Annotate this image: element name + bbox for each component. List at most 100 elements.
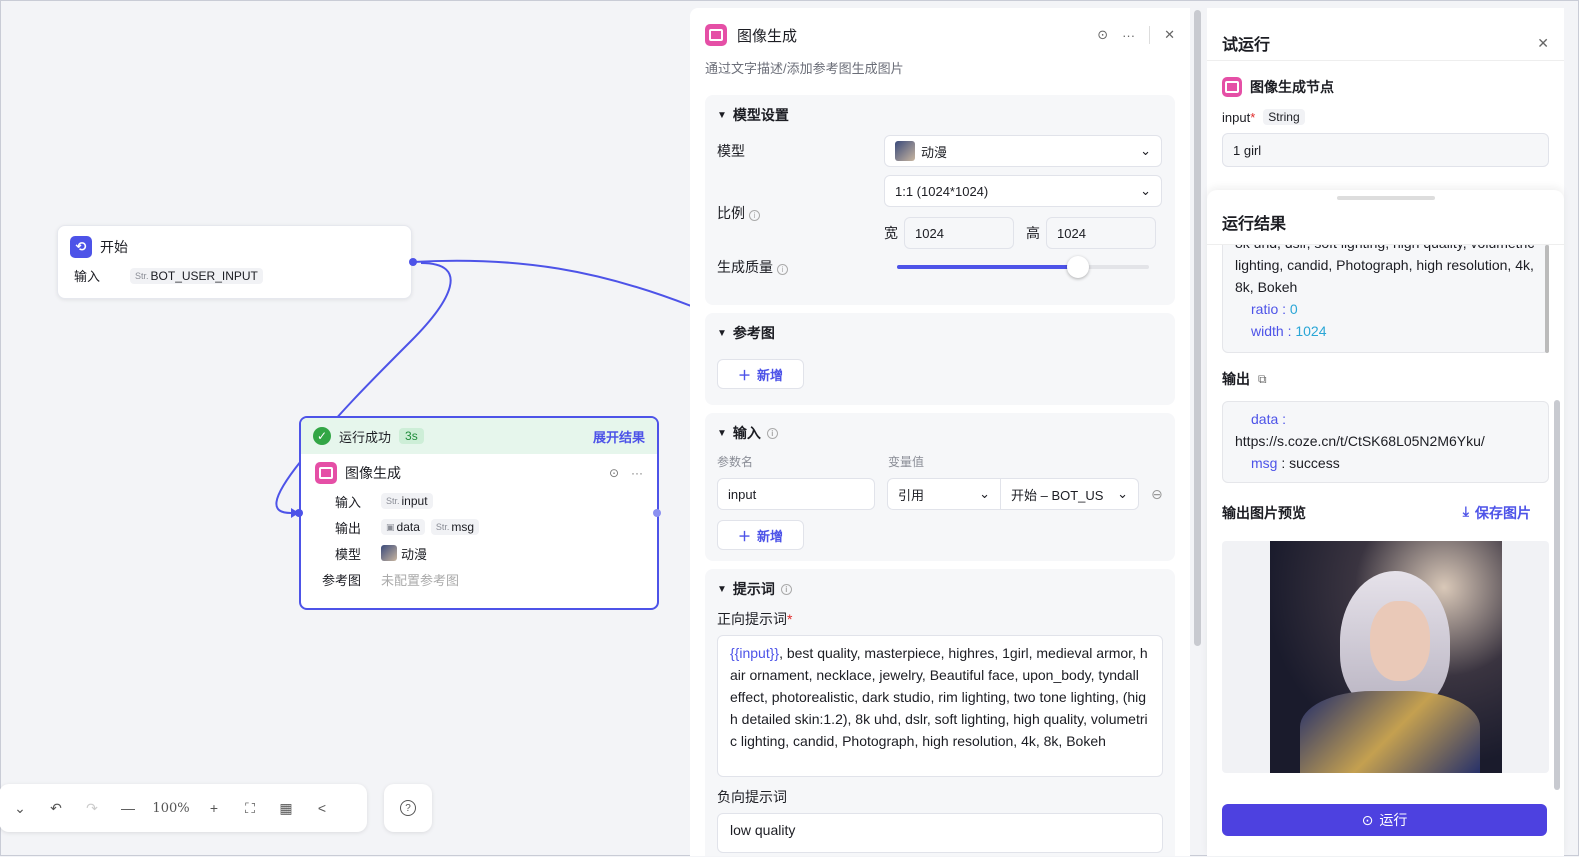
node-input-label: 输入	[334, 494, 361, 510]
run-status: 运行成功	[339, 429, 392, 445]
reference-header[interactable]: ▼ 参考图	[717, 323, 1163, 343]
width-label: 宽	[884, 225, 898, 241]
zoom-level[interactable]: 100%	[152, 801, 189, 816]
model-select[interactable]: 动漫 ⌄	[884, 135, 1162, 167]
run-button[interactable]: ⊙ 运行	[1222, 804, 1547, 836]
image-gen-node[interactable]: ✓ 运行成功 3s 展开结果 图像生成 ⊙ ··· 输入 Str. input 输出…	[299, 416, 659, 610]
type-badge: String	[1263, 109, 1305, 125]
height-input[interactable]: 1024	[1046, 217, 1156, 249]
chevron-down-icon: ▼	[717, 109, 727, 121]
config-scrollbar[interactable]	[1194, 10, 1201, 646]
results-scrollbar[interactable]	[1554, 400, 1560, 790]
param-name-input[interactable]: input	[717, 478, 875, 510]
close-icon[interactable]: ✕	[1164, 27, 1175, 43]
input-section: ▼ 输入 i 参数名 变量值 input 引用 ⌄ 开始 – BOT_US ⌄ ⊖ ＋新增	[705, 413, 1175, 561]
image-preview[interactable]	[1222, 541, 1549, 773]
var-tag: Str. BOT_USER_INPUT	[130, 267, 263, 284]
copy-icon[interactable]: ⧉	[1258, 372, 1267, 387]
image-gen-icon	[1222, 77, 1242, 97]
image-input-port[interactable]	[295, 509, 303, 517]
run-status-bar: ✓ 运行成功 3s 展开结果	[301, 418, 657, 454]
param-name-header: 参数名	[717, 455, 754, 469]
start-node[interactable]: ⟲ 开始 输入 Str. BOT_USER_INPUT	[57, 225, 412, 299]
model-settings-header[interactable]: ▼ 模型设置	[717, 105, 1163, 125]
preview-title: 输出图片预览	[1222, 505, 1306, 521]
undo-icon[interactable]: ↶	[45, 800, 67, 817]
ratio-key: ratio	[1251, 301, 1279, 317]
config-panel: 图像生成 ⊙ ··· ✕ 通过文字描述/添加参考图生成图片 ▼ 模型设置 模型 动…	[690, 8, 1190, 856]
generated-image	[1269, 541, 1502, 773]
test-node-title: 图像生成节点	[1250, 79, 1334, 95]
node-output-label: 输出	[334, 520, 361, 536]
msg-key: msg	[1251, 455, 1278, 471]
node-ref-value: 未配置参考图	[381, 572, 460, 588]
output-result-box: data : https://s.coze.cn/t/CtSK68L05N2M6…	[1222, 401, 1549, 483]
canvas-toolbar: ⌄ ↶ ↷ — 100% + ⛶ ▦ <	[0, 784, 367, 832]
close-icon[interactable]: ✕	[1537, 35, 1549, 52]
height-label: 高	[1026, 225, 1040, 241]
model-settings-section: ▼ 模型设置 模型 动漫 ⌄ 比例 i 1:1 (1024*1024) ⌄ 宽 102…	[705, 95, 1175, 305]
help-button[interactable]: ?	[384, 784, 432, 832]
prompt-header[interactable]: ▼ 提示词 i	[717, 579, 1163, 599]
width-key: width	[1251, 323, 1284, 339]
data-url[interactable]: https://s.coze.cn/t/CtSK68L05N2M6Yku/	[1235, 430, 1536, 452]
redo-icon[interactable]: ↷	[81, 800, 103, 817]
image-gen-node-title: 图像生成	[345, 465, 401, 481]
output-title: 输出	[1222, 371, 1250, 387]
model-thumb-icon	[381, 545, 397, 561]
more-icon[interactable]: ···	[631, 466, 643, 480]
save-image-button[interactable]: ⤓ 保存图片	[1463, 503, 1531, 523]
start-output-port[interactable]	[409, 258, 417, 266]
prev-result-text: 8k uhd, dslr, soft lighting, high qualit…	[1235, 245, 1534, 295]
positive-prompt-input[interactable]: {{input}}, best quality, masterpiece, hi…	[717, 635, 1163, 777]
quality-label: 生成质量 i	[717, 257, 897, 277]
panel-title: 图像生成	[737, 27, 798, 45]
start-node-title: 开始	[100, 239, 128, 255]
image-output-port[interactable]	[653, 509, 661, 517]
start-icon: ⟲	[70, 236, 92, 258]
image-gen-icon	[705, 24, 727, 46]
image-gen-icon	[315, 462, 337, 484]
start-input-label: 输入	[74, 269, 101, 284]
input-result-box: 8k uhd, dslr, soft lighting, high qualit…	[1222, 245, 1549, 353]
ref-type-select[interactable]: 引用 ⌄	[887, 478, 1001, 510]
node-model-label: 模型	[334, 546, 361, 562]
chevron-down-icon: ⌄	[1140, 143, 1151, 158]
node-model-value: 动漫	[401, 546, 428, 562]
expand-results-link[interactable]: 展开结果	[593, 427, 645, 446]
zoom-out-icon[interactable]: —	[117, 800, 139, 816]
negative-prompt-input[interactable]: low quality	[717, 813, 1163, 853]
quality-slider[interactable]	[897, 256, 1149, 278]
more-icon[interactable]: ···	[1122, 28, 1135, 43]
run-node-icon[interactable]: ⊙	[609, 466, 619, 480]
width-value: 1024	[1295, 323, 1327, 339]
test-input-field[interactable]: 1 girl	[1222, 133, 1549, 167]
output-msg-tag: Str. msg	[430, 519, 480, 535]
result-scrollbar[interactable]	[1545, 245, 1549, 353]
remove-icon[interactable]: ⊖	[1151, 486, 1163, 503]
run-time-badge: 3s	[399, 428, 424, 444]
chevron-down-icon[interactable]: ⌄	[9, 800, 31, 817]
play-icon: ⊙	[1361, 811, 1374, 828]
run-node-icon[interactable]: ⊙	[1097, 27, 1108, 43]
node-input-tag: Str. input	[381, 493, 433, 509]
layout-icon[interactable]: ▦	[275, 800, 297, 817]
var-value-header: 变量值	[888, 455, 925, 469]
ref-value-select[interactable]: 开始 – BOT_US ⌄	[1001, 478, 1139, 510]
input-header[interactable]: ▼ 输入 i	[717, 423, 1163, 443]
add-input-button[interactable]: ＋新增	[717, 520, 805, 550]
results-title: 运行结果	[1207, 200, 1564, 245]
positive-prompt-label: 正向提示词*	[717, 611, 793, 627]
node-ref-label: 参考图	[321, 572, 361, 588]
slider-handle[interactable]	[1067, 256, 1090, 278]
width-input[interactable]: 1024	[904, 217, 1014, 249]
collapse-icon[interactable]: <	[311, 800, 333, 816]
add-reference-button[interactable]: ＋新增	[717, 359, 805, 389]
reference-section: ▼ 参考图 ＋新增	[705, 313, 1175, 405]
zoom-in-icon[interactable]: +	[203, 800, 225, 816]
fit-view-icon[interactable]: ⛶	[239, 800, 261, 817]
ratio-select[interactable]: 1:1 (1024*1024) ⌄	[884, 175, 1162, 207]
check-icon: ✓	[313, 427, 331, 445]
msg-value: success	[1289, 455, 1340, 471]
test-run-panel: 试运行 ✕ 图像生成节点 input* String 1 girl 运行结果 8…	[1207, 8, 1564, 856]
